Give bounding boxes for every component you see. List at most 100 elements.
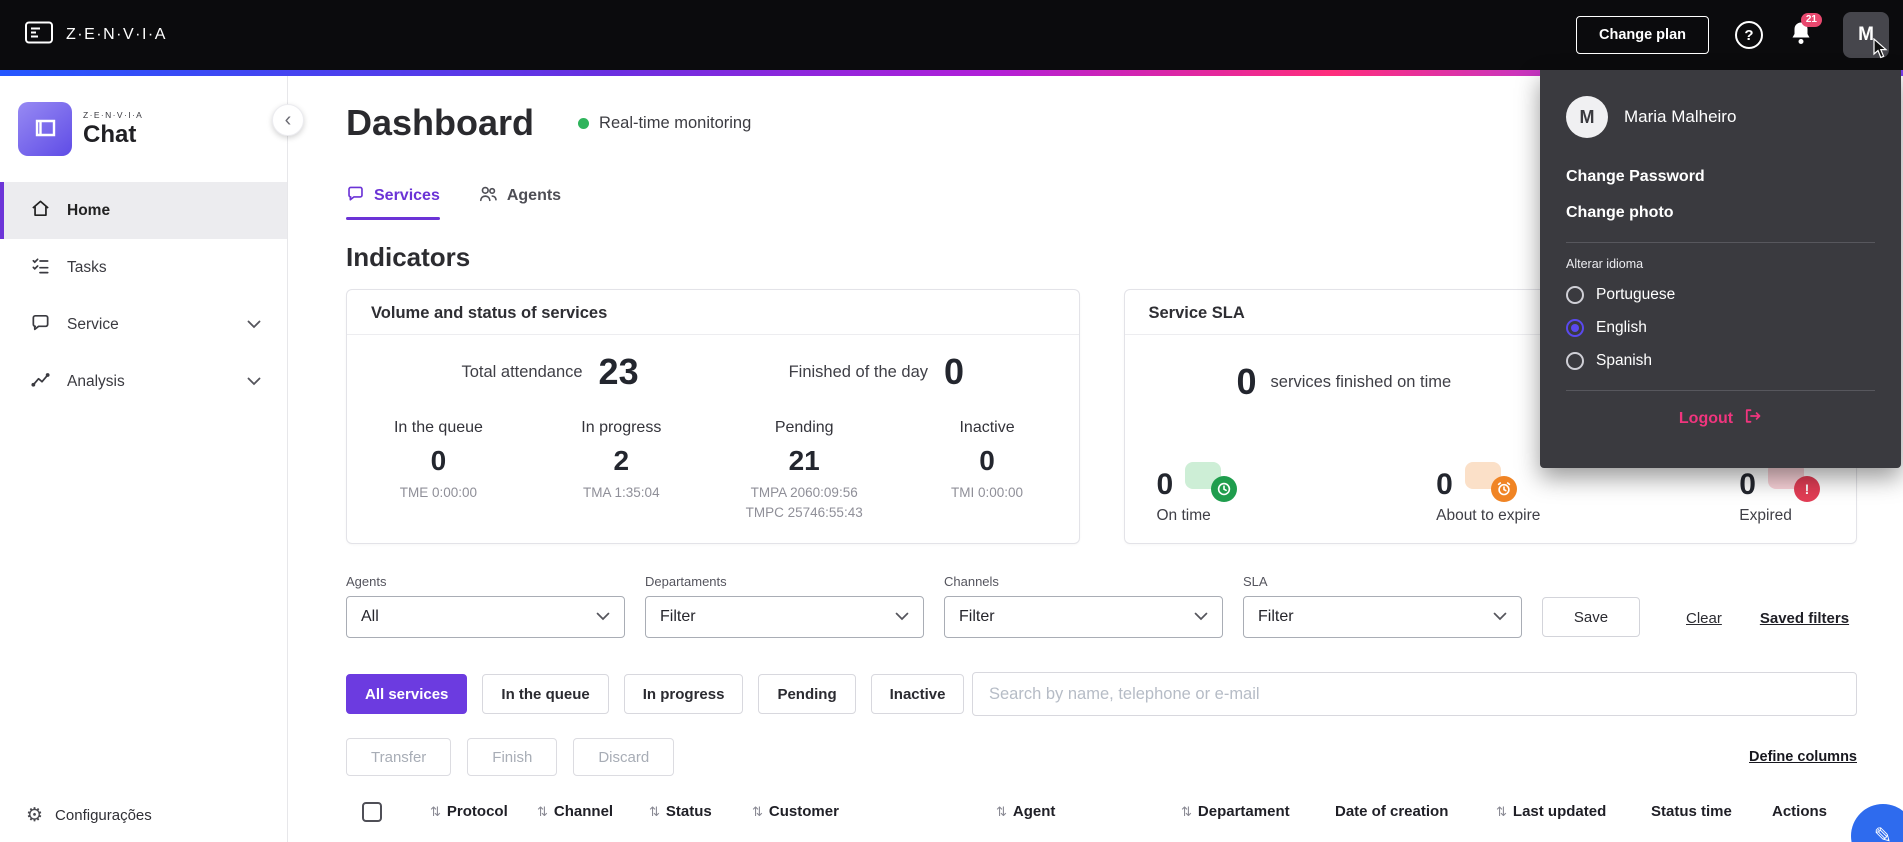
sidebar-menu: Home Tasks Service Analysis	[0, 182, 287, 410]
stat-value: 21	[788, 445, 820, 476]
sort-icon: ⇅	[649, 803, 660, 819]
tab-pending[interactable]: Pending	[758, 674, 856, 714]
column-last-updated[interactable]: ⇅ Last updated	[1496, 803, 1606, 820]
filters-row: Agents All Departaments Filter Channels …	[346, 574, 1857, 638]
column-label: Customer	[768, 803, 839, 820]
channels-select[interactable]: Filter	[944, 596, 1223, 638]
stat-sub: TME 0:00:00	[399, 485, 478, 500]
language-label: Portuguese	[1596, 286, 1676, 303]
column-customer[interactable]: ⇅ Customer	[752, 803, 839, 820]
stat-label: About to expire	[1436, 507, 1541, 524]
topbar: Z·E·N·V·I·A Change plan ? 21 M	[0, 0, 1903, 70]
user-menu: M Maria Malheiro Change Password Change …	[1540, 70, 1901, 468]
column-agent[interactable]: ⇅ Agent	[996, 803, 1055, 820]
clear-filters-link[interactable]: Clear	[1686, 610, 1722, 627]
change-plan-button[interactable]: Change plan	[1575, 16, 1709, 54]
chevron-down-icon	[596, 608, 610, 626]
filter-channels: Channels Filter	[944, 574, 1223, 638]
search-input[interactable]	[972, 672, 1857, 716]
transfer-button[interactable]: Transfer	[346, 738, 452, 776]
finish-button[interactable]: Finish	[467, 738, 558, 776]
filter-departaments: Departaments Filter	[645, 574, 924, 638]
logout-label: Logout	[1678, 409, 1734, 427]
stat-inactive: Inactive 0 TMI 0:00:00	[896, 419, 1079, 524]
sidebar-item-service[interactable]: Service	[0, 296, 287, 353]
user-avatar-button[interactable]: M	[1843, 12, 1889, 58]
tasks-icon	[30, 255, 51, 281]
stat-about-to-expire: 0 About to expire	[1436, 462, 1540, 525]
pencil-icon: ✎	[1873, 823, 1893, 842]
filter-label: SLA	[1243, 574, 1268, 589]
agents-select[interactable]: All	[346, 596, 625, 638]
column-departament[interactable]: ⇅ Departament	[1181, 803, 1290, 820]
column-status-time[interactable]: Status time	[1651, 803, 1732, 820]
stat-expired: 0 ! Expired	[1739, 462, 1820, 525]
stat-sub-line: TMPC 25746:55:43	[745, 505, 863, 521]
stat-pending: Pending 21 TMPA 2060:09:56 TMPC 25746:55…	[713, 419, 896, 524]
logout-icon	[1743, 407, 1762, 430]
realtime-label: Real-time monitoring	[599, 113, 752, 132]
stat-value: 0	[1156, 468, 1174, 501]
saved-filters-link[interactable]: Saved filters	[1760, 610, 1849, 627]
help-icon[interactable]: ?	[1735, 21, 1763, 49]
column-channel[interactable]: ⇅ Channel	[537, 803, 613, 820]
stat-label: In progress	[581, 419, 662, 436]
user-name: Maria Malheiro	[1624, 107, 1737, 126]
alarm-clock-icon	[1464, 462, 1517, 502]
column-date-of-creation[interactable]: Date of creation	[1335, 803, 1448, 820]
sidebar-item-home[interactable]: Home	[0, 182, 287, 239]
sort-icon: ⇅	[752, 803, 763, 819]
tab-inactive[interactable]: Inactive	[870, 674, 965, 714]
select-all-checkbox[interactable]	[362, 802, 382, 822]
volume-stats-row: In the queue 0 TME 0:00:00 In progress 2…	[347, 419, 1079, 524]
notification-badge: 21	[1800, 12, 1822, 27]
tab-all-services[interactable]: All services	[346, 674, 468, 714]
select-value: Filter	[660, 608, 696, 625]
tab-agents[interactable]: Agents	[478, 184, 561, 220]
home-icon	[30, 198, 51, 224]
menu-divider	[1566, 242, 1875, 243]
column-label: Agent	[1012, 803, 1056, 820]
discard-button[interactable]: Discard	[573, 738, 675, 776]
change-photo-link[interactable]: Change photo	[1566, 204, 1875, 222]
radio-icon	[1566, 286, 1584, 304]
chat-bubble-icon	[30, 312, 51, 338]
column-label: Last updated	[1512, 803, 1607, 820]
column-actions[interactable]: Actions	[1772, 803, 1827, 820]
sla-summary-label: services finished on time	[1270, 372, 1452, 391]
volume-primary-metrics: Total attendance 23 Finished of the day …	[347, 351, 1079, 393]
tab-label: Services	[374, 187, 440, 204]
logo-brand-text: Z·E·N·V·I·A	[83, 109, 144, 120]
sla-select[interactable]: Filter	[1243, 596, 1522, 638]
language-option-portuguese[interactable]: Portuguese	[1566, 286, 1875, 304]
service-status-tabs: All services In the queue In progress Pe…	[346, 674, 965, 714]
sidebar-item-settings[interactable]: ⚙ Configurações	[0, 788, 287, 842]
define-columns-link[interactable]: Define columns	[1749, 749, 1857, 765]
change-password-link[interactable]: Change Password	[1566, 168, 1875, 186]
tab-services[interactable]: Services	[346, 184, 440, 220]
tab-in-progress[interactable]: In progress	[623, 674, 744, 714]
tab-in-the-queue[interactable]: In the queue	[482, 674, 609, 714]
save-filters-button[interactable]: Save	[1542, 597, 1640, 637]
language-option-spanish[interactable]: Spanish	[1566, 352, 1875, 370]
sidebar-item-tasks[interactable]: Tasks	[0, 239, 287, 296]
stat-label: On time	[1156, 507, 1211, 524]
sidebar-item-analysis[interactable]: Analysis	[0, 353, 287, 410]
column-status[interactable]: ⇅ Status	[649, 803, 712, 820]
settings-label: Configurações	[55, 806, 152, 824]
sidebar-collapse-button[interactable]: ‹	[272, 104, 304, 136]
volume-card-title: Volume and status of services	[347, 290, 1079, 335]
stat-value: 0	[1739, 468, 1756, 501]
column-protocol[interactable]: ⇅ Protocol	[430, 803, 508, 820]
departaments-select[interactable]: Filter	[645, 596, 924, 638]
chevron-down-icon	[1194, 608, 1208, 626]
logout-button[interactable]: Logout	[1566, 407, 1875, 430]
stat-label: In the queue	[393, 419, 483, 436]
sort-icon: ⇅	[430, 803, 441, 819]
language-label: Spanish	[1596, 352, 1653, 369]
language-option-english[interactable]: English	[1566, 319, 1875, 337]
language-label: English	[1596, 319, 1647, 336]
sort-icon: ⇅	[996, 803, 1007, 819]
topbar-actions: Change plan ? 21 M	[1575, 12, 1889, 58]
notifications-button[interactable]: 21	[1789, 12, 1822, 51]
